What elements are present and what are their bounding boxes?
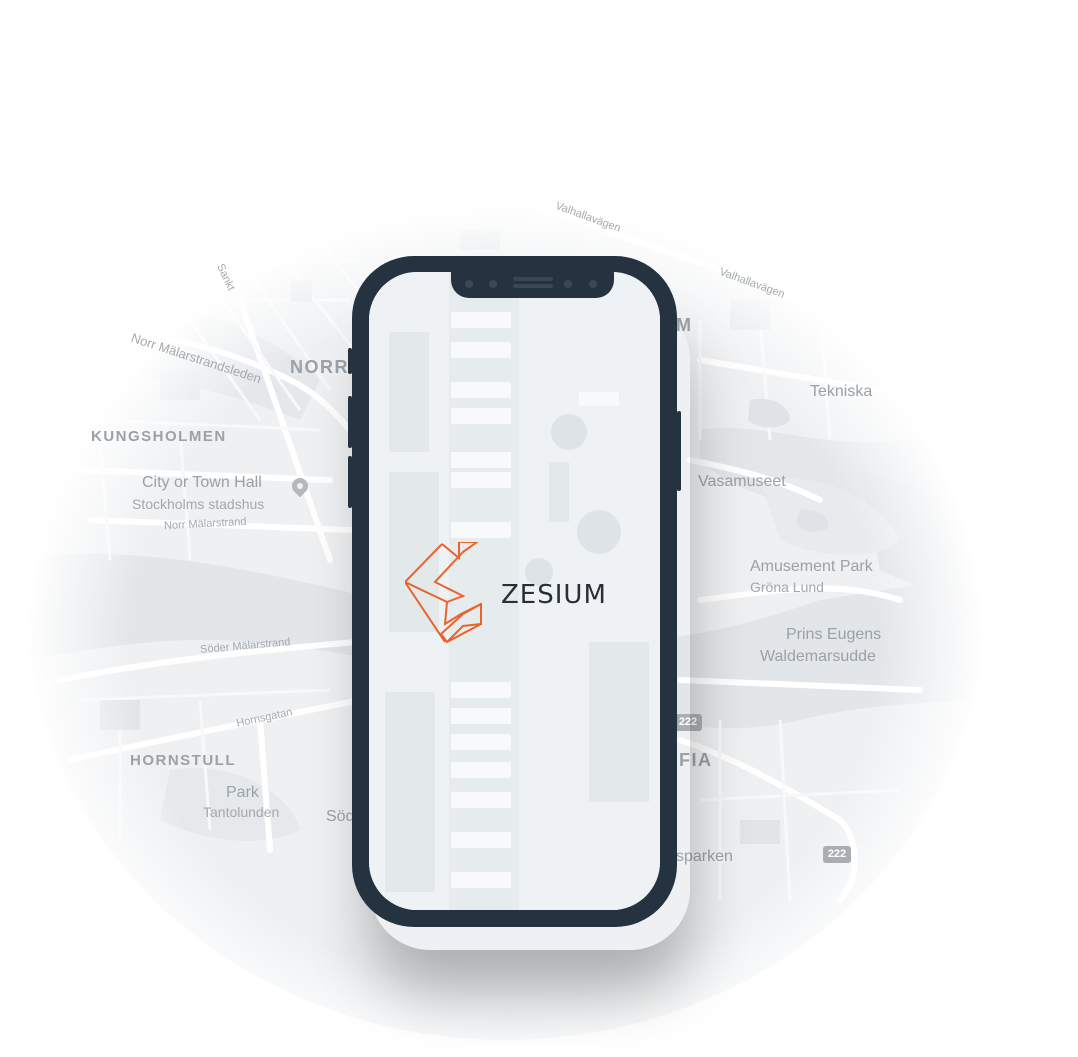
- district-kungsholmen: KUNGSHOLMEN: [91, 428, 227, 445]
- phone-notch: [451, 272, 614, 298]
- poi-sod: Söd: [326, 808, 355, 825]
- phone-screen[interactable]: ZESIUM: [369, 272, 660, 910]
- sensor-icon: [564, 280, 572, 288]
- poi-city-hall: City or Town Hall: [142, 474, 262, 491]
- sensor-icon: [465, 280, 473, 288]
- phone-frame: ZESIUM: [348, 256, 681, 927]
- volume-down-button: [348, 456, 352, 508]
- volume-up-button: [348, 396, 352, 448]
- stage: KUNGSHOLMEN NORR HORNSTULL M FIA City or…: [0, 0, 1078, 1057]
- power-button: [677, 411, 681, 491]
- poi-city-hall-sub: Stockholms stadshus: [132, 496, 265, 512]
- poi-waldemarsudde: Waldemarsudde: [760, 648, 876, 665]
- poi-prins-eugens: Prins Eugens: [786, 626, 882, 643]
- district-hornstull: HORNSTULL: [130, 752, 236, 769]
- mute-switch: [348, 348, 352, 374]
- poi-park: Park: [226, 784, 259, 801]
- poi-tekniska: Tekniska: [810, 383, 873, 400]
- camera-icon: [489, 280, 497, 288]
- poi-vasamuseet: Vasamuseet: [698, 473, 786, 490]
- poi-amusement-park: Amusement Park: [750, 558, 873, 575]
- poi-park-sub: Tantolunden: [203, 804, 280, 820]
- speaker-grille: [513, 277, 553, 281]
- poi-amusement-park-sub: Gröna Lund: [750, 579, 824, 595]
- road-shield-icon: 222: [823, 846, 851, 863]
- brand-wordmark: ZESIUM: [501, 580, 607, 610]
- speaker-grille: [513, 284, 553, 288]
- camera-icon: [589, 280, 597, 288]
- district-norr: NORR: [290, 357, 349, 377]
- zesium-logo-icon: [405, 542, 482, 644]
- brand-logo: ZESIUM: [405, 542, 645, 652]
